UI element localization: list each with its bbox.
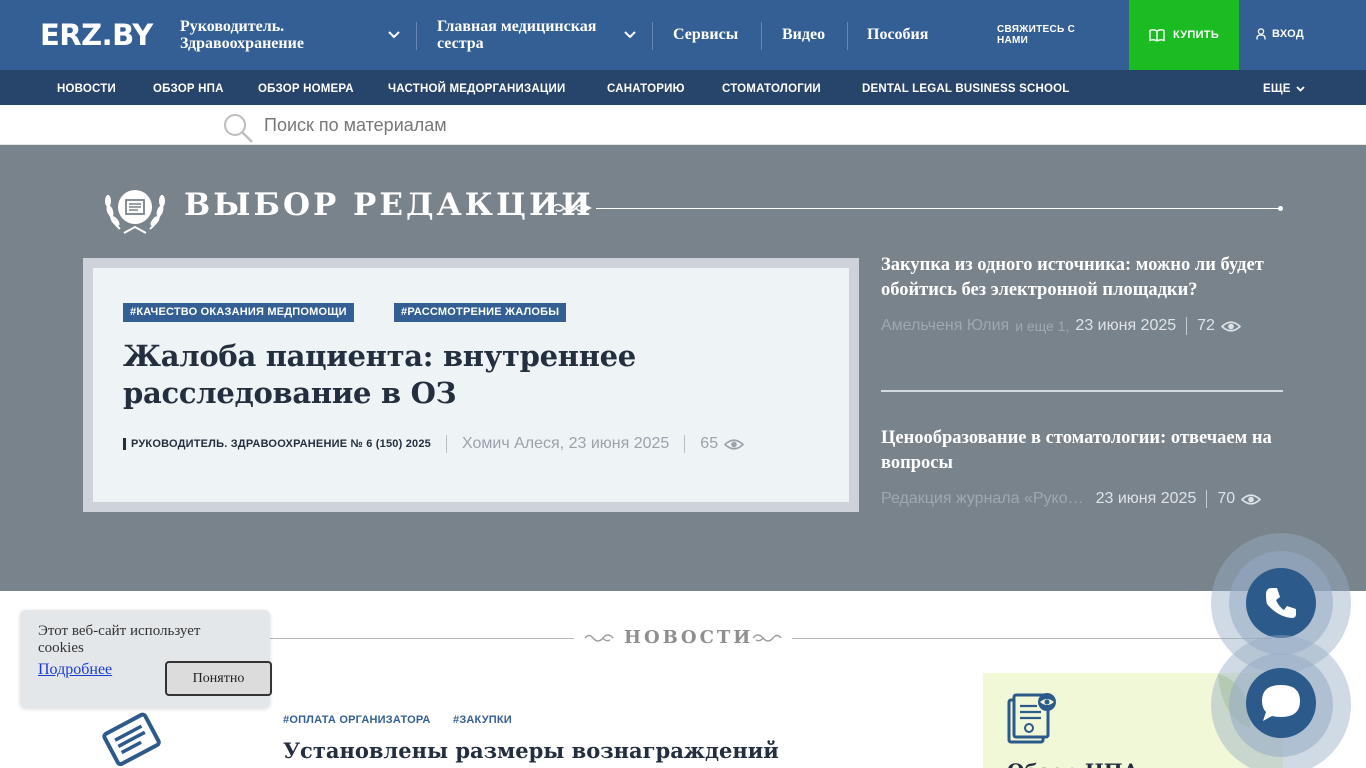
editor-divider-line xyxy=(596,208,1280,209)
side-article-author[interactable]: Амельченя Юлия xyxy=(881,317,1009,335)
tag-complaint-review[interactable]: #РАССМОТРЕНИЕ ЖАЛОБЫ xyxy=(394,303,567,322)
meta-divider xyxy=(1206,490,1208,508)
newspaper-icon xyxy=(102,712,161,767)
subnav-item-issue-review[interactable]: ОБЗОР НОМЕРА xyxy=(258,83,354,95)
cookie-more-link[interactable]: Подробнее xyxy=(38,661,112,679)
view-count: 72 xyxy=(1197,317,1241,335)
view-count: 65 xyxy=(700,435,745,453)
editor-choice-section: ВЫБОР РЕДАКЦИИ #КАЧЕСТВО ОКАЗАНИЯ МЕДПОМ… xyxy=(0,145,1366,591)
search-bar xyxy=(0,105,1366,145)
side-article-more-authors: и еще 1, xyxy=(1015,318,1070,334)
subnav-item-sanatorium[interactable]: САНАТОРИЮ xyxy=(607,83,685,95)
side-article-meta: Редакция журнала «Руко… 23 июня 2025 70 xyxy=(881,490,1281,508)
subnav-more-button[interactable]: ЕЩЕ xyxy=(1263,83,1305,95)
nav-dropdown-med-sestra[interactable]: Главная медицинская сестра xyxy=(437,18,596,52)
subnav-item-news[interactable]: НОВОСТИ xyxy=(57,83,116,95)
ornament-icon xyxy=(752,634,782,642)
view-count: 70 xyxy=(1217,490,1262,508)
side-article[interactable]: Ценообразование в стоматологии: отвечаем… xyxy=(881,426,1281,508)
meta-divider xyxy=(446,435,447,453)
meta-divider xyxy=(1186,317,1188,335)
nav-divider xyxy=(416,22,417,50)
login-label: ВХОД xyxy=(1272,28,1305,40)
issue-label[interactable]: РУКОВОДИТЕЛЬ. ЗДРАВООХРАНЕНИЕ № 6 (150) … xyxy=(123,438,431,450)
subnav-item-dental-school[interactable]: DENTAL LEGAL BUSINESS SCHOOL xyxy=(862,83,1070,95)
side-article-date: 23 июня 2025 xyxy=(1075,317,1177,334)
view-count-value: 70 xyxy=(1217,490,1236,507)
subnav-item-private-clinic[interactable]: ЧАСТНОЙ МЕДОРГАНИЗАЦИИ xyxy=(388,83,565,95)
chat-bubble-icon xyxy=(1262,685,1300,721)
featured-article-card[interactable]: #КАЧЕСТВО ОКАЗАНИЯ МЕДПОМОЩИ #РАССМОТРЕН… xyxy=(83,258,859,512)
contact-line1: СВЯЖИТЕСЬ С xyxy=(997,24,1076,35)
nav-link-posobiya[interactable]: Пособия xyxy=(867,26,928,44)
side-article-author[interactable]: Редакция журнала «Руко… xyxy=(881,490,1084,508)
chevron-down-icon[interactable] xyxy=(388,31,400,39)
featured-article-body: #КАЧЕСТВО ОКАЗАНИЯ МЕДПОМОЩИ #РАССМОТРЕН… xyxy=(93,268,849,502)
chat-button[interactable] xyxy=(1246,668,1316,738)
cookie-accept-button[interactable]: Понятно xyxy=(165,661,272,696)
editor-choice-title: ВЫБОР РЕДАКЦИИ xyxy=(184,187,594,223)
nav-dropdown-label-line1: Руководитель. xyxy=(180,18,285,35)
nav-divider xyxy=(761,22,762,50)
meta-divider xyxy=(684,435,686,453)
side-article-title[interactable]: Закупка из одного источника: можно ли бу… xyxy=(881,253,1281,303)
author-date: Хомич Алеся, 23 июня 2025 xyxy=(462,435,670,452)
npa-card-title: Обзор НПА xyxy=(1007,759,1139,768)
eye-icon xyxy=(724,438,745,450)
site-logo[interactable]: ERZ.BY xyxy=(40,18,153,52)
contact-line2: НАМИ xyxy=(997,35,1029,46)
nav-dropdown-label-line2: Здравоохранение xyxy=(180,35,304,52)
featured-article-meta: РУКОВОДИТЕЛЬ. ЗДРАВООХРАНЕНИЕ № 6 (150) … xyxy=(123,434,745,454)
call-button[interactable] xyxy=(1246,568,1316,638)
chevron-down-icon[interactable] xyxy=(624,31,636,39)
tag-quality-care[interactable]: #КАЧЕСТВО ОКАЗАНИЯ МЕДПОМОЩИ xyxy=(123,303,354,322)
news-tag-organizer-payment[interactable]: #ОПЛАТА ОРГАНИЗАТОРА xyxy=(283,714,431,726)
cookie-text: Этот веб-сайт использует cookies xyxy=(38,623,201,656)
side-article-date: 23 июня 2025 xyxy=(1095,490,1197,507)
side-article-meta: Амельченя Юлия и еще 1, 23 июня 2025 72 xyxy=(881,317,1281,335)
news-divider-left xyxy=(270,638,574,639)
eye-icon xyxy=(1241,493,1262,505)
side-article-divider xyxy=(881,390,1283,392)
user-icon xyxy=(1256,28,1266,40)
nav-dropdown-label-line1: Главная медицинская xyxy=(437,18,597,35)
news-section-title: НОВОСТИ xyxy=(624,627,754,648)
laurel-scroll-icon xyxy=(105,190,165,234)
document-review-icon xyxy=(1007,693,1056,744)
subnav-more-label: ЕЩЕ xyxy=(1263,83,1291,95)
chevron-down-icon xyxy=(1296,86,1305,92)
buy-label: КУПИТЬ xyxy=(1172,29,1220,41)
view-count-value: 72 xyxy=(1197,317,1215,334)
news-divider-right xyxy=(792,638,1272,639)
eye-icon xyxy=(1220,320,1241,332)
nav-dropdown-rukovoditel[interactable]: Руководитель. Здравоохранение xyxy=(180,18,304,52)
cookie-notice: Этот веб-сайт использует cookies Подробн… xyxy=(20,610,272,708)
login-button[interactable]: ВХОД xyxy=(1256,28,1304,40)
ornament-icon xyxy=(551,203,592,213)
view-count-value: 65 xyxy=(700,435,719,452)
nav-dropdown-label-line2: сестра xyxy=(437,35,484,52)
nav-divider xyxy=(652,22,653,50)
nav-link-services[interactable]: Сервисы xyxy=(673,26,738,44)
featured-article-title[interactable]: Жалоба пациента: внутреннее расследовани… xyxy=(123,338,823,412)
subnav-item-dentistry[interactable]: СТОМАТОЛОГИИ xyxy=(722,83,821,95)
subnav-item-npa[interactable]: ОБЗОР НПА xyxy=(153,83,224,95)
search-input[interactable] xyxy=(264,111,864,139)
search-icon[interactable] xyxy=(222,112,254,144)
news-tag-procurement[interactable]: #ЗАКУПКИ xyxy=(453,714,512,726)
book-icon xyxy=(1149,28,1165,42)
buy-button[interactable]: КУПИТЬ xyxy=(1129,0,1239,70)
nav-link-video[interactable]: Видео xyxy=(782,26,825,44)
nav-divider xyxy=(847,22,848,50)
side-article[interactable]: Закупка из одного источника: можно ли бу… xyxy=(881,253,1281,335)
phone-icon xyxy=(1266,588,1296,618)
secondary-nav: НОВОСТИ ОБЗОР НПА ОБЗОР НОМЕРА ЧАСТНОЙ М… xyxy=(0,70,1366,105)
contact-us-link[interactable]: СВЯЖИТЕСЬ С НАМИ xyxy=(997,24,1075,46)
top-header: ERZ.BY Руководитель. Здравоохранение Гла… xyxy=(0,0,1366,70)
editor-divider-dot xyxy=(1278,206,1283,211)
news-headline[interactable]: Установлены размеры вознаграждений xyxy=(283,738,779,763)
ornament-icon xyxy=(584,634,614,642)
side-article-title[interactable]: Ценообразование в стоматологии: отвечаем… xyxy=(881,426,1281,476)
